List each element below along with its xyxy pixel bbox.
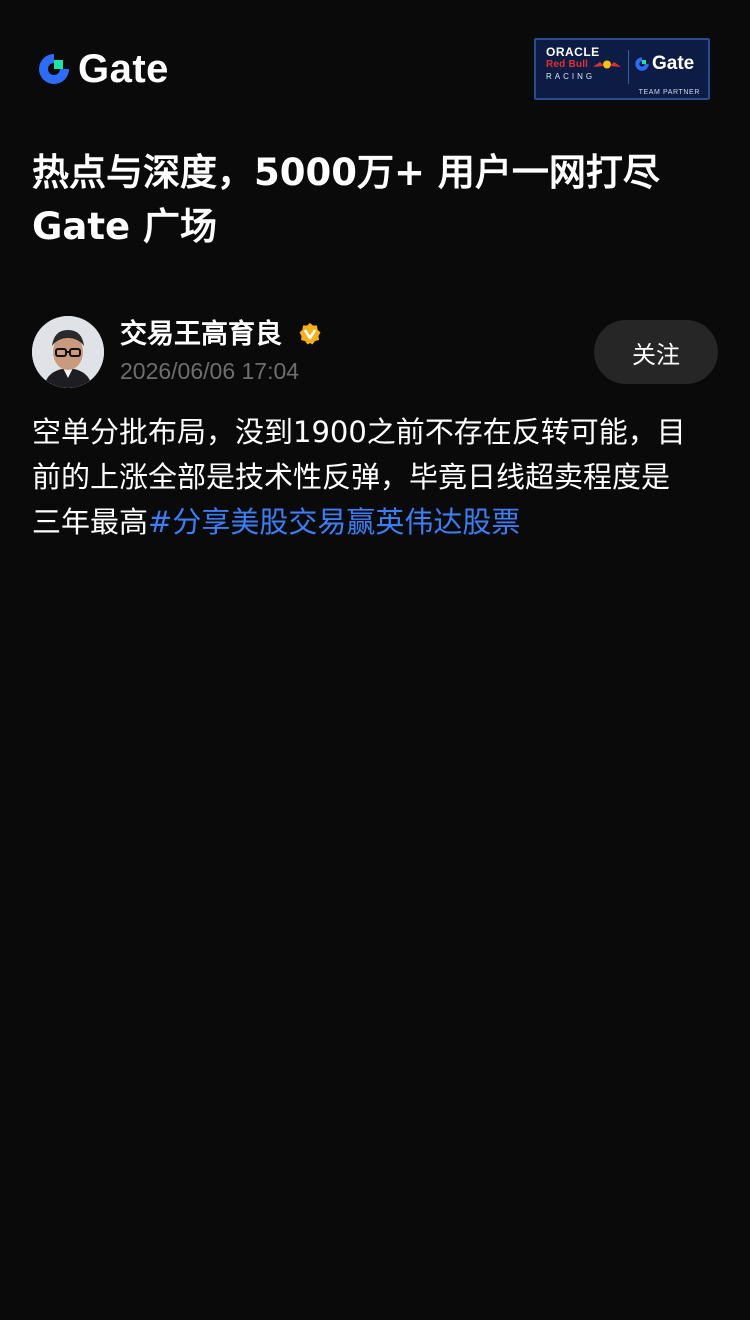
avatar[interactable] [32, 316, 104, 388]
oracle-wordmark: ORACLE [546, 45, 600, 59]
avatar-portrait-icon [32, 316, 104, 388]
post-text-line-3: 三年最高#分享美股交易赢英伟达股票 [32, 500, 712, 545]
gate-logo-icon [39, 54, 69, 84]
post-text-line-1: 空单分批布局，没到1900之前不存在反转可能，目 [32, 415, 686, 449]
author-name[interactable]: 交易王高育良 [120, 318, 282, 352]
redbull-wordmark: Red Bull [546, 59, 589, 70]
post-content: 空单分批布局，没到1900之前不存在反转可能，目 前的上涨全部是技术性反弹，毕竟… [32, 410, 712, 545]
logo-text: Gate [78, 47, 169, 91]
badge-gate-text: Gate [652, 53, 695, 74]
post-author-row: 交易王高育良 2026/06/06 17:04 关注 [32, 316, 718, 390]
gate-logo[interactable]: Gate [36, 48, 169, 90]
gate-logo-small-icon [635, 57, 649, 71]
redbull-bulls-icon [593, 60, 621, 69]
post-timestamp: 2026/06/06 17:04 [120, 358, 300, 384]
app-header: Gate ORACLE Red Bull RACING Gate TEAM PA… [0, 0, 750, 130]
post-text-line-3-prefix: 三年最高 [32, 505, 149, 539]
headline-line-1: 热点与深度，5000万+ 用户一网打尽 [32, 151, 660, 194]
follow-button[interactable]: 关注 [594, 320, 718, 384]
team-partner-badge: ORACLE Red Bull RACING Gate TEAM PARTNER [534, 38, 710, 100]
verified-badge-icon [299, 323, 321, 345]
hashtag-link[interactable]: #分享美股交易赢英伟达股票 [148, 505, 520, 539]
page-headline: 热点与深度，5000万+ 用户一网打尽 Gate 广场 [32, 146, 722, 254]
badge-gate-logo: Gate [634, 53, 694, 75]
badge-divider [628, 50, 629, 84]
post-text-line-2: 前的上涨全部是技术性反弹，毕竟日线超卖程度是 [32, 460, 671, 494]
team-partner-label: TEAM PARTNER [638, 89, 700, 96]
racing-wordmark: RACING [546, 72, 596, 81]
headline-line-2: Gate 广场 [32, 205, 217, 248]
